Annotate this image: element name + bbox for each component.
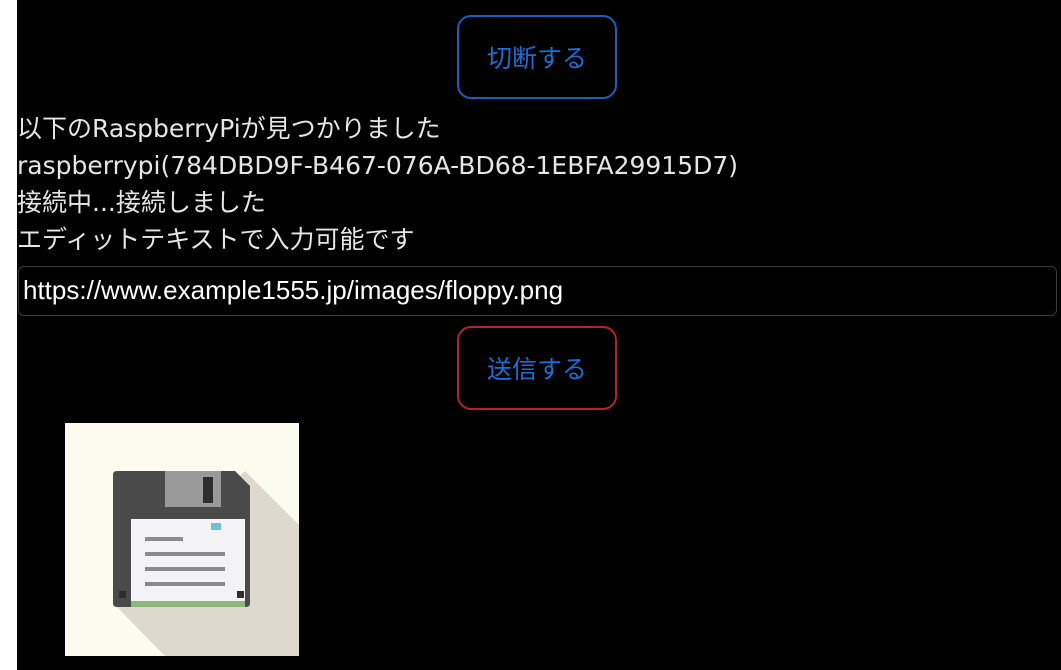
- downloaded-image: [65, 423, 299, 656]
- log-line-connection: 接続中...接続しました: [17, 188, 266, 217]
- log-line-edit-hint: エディットテキストで入力可能です: [17, 225, 415, 254]
- disconnect-button[interactable]: 切断する: [457, 15, 617, 99]
- url-edit-text[interactable]: https://www.example1555.jp/images/floppy…: [18, 266, 1057, 316]
- log-line-device: raspberrypi(784DBD9F-B467-076A-BD68-1EBF…: [17, 151, 739, 180]
- send-button[interactable]: 送信する: [457, 326, 617, 410]
- app-screen: 切断する 以下のRaspberryPiが見つかりました raspberrypi(…: [17, 0, 1061, 670]
- floppy-disk-icon: [113, 471, 299, 656]
- log-line-found: 以下のRaspberryPiが見つかりました: [17, 114, 441, 143]
- status-log: 以下のRaspberryPiが見つかりました raspberrypi(784DB…: [17, 110, 738, 258]
